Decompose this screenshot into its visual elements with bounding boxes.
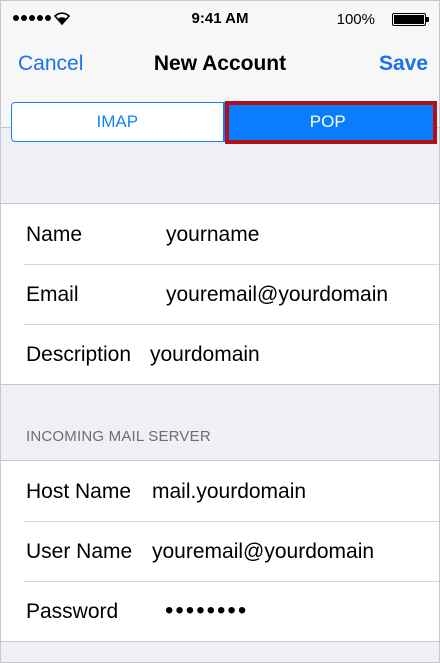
navigation-bar: Cancel New Account Save <box>0 40 440 90</box>
incoming-mail-server-header: INCOMING MAIL SERVER <box>26 428 211 445</box>
name-field[interactable]: yourname <box>166 223 259 247</box>
user-name-field[interactable]: youremail@yourdomain <box>152 540 374 564</box>
description-label: Description <box>26 343 132 366</box>
user-name-label: User Name <box>26 540 133 563</box>
host-name-label: Host Name <box>26 480 132 503</box>
name-row[interactable]: Name yourname <box>0 204 440 264</box>
email-field[interactable]: youremail@yourdomain <box>166 283 388 307</box>
description-row[interactable]: Description yourdomain <box>0 324 440 384</box>
page-title: New Account <box>153 52 287 75</box>
user-name-row[interactable]: User Name youremail@yourdomain <box>0 521 440 581</box>
name-label: Name <box>26 223 83 246</box>
incoming-server-group: Host Name mail.yourdomain User Name your… <box>0 460 440 642</box>
annotation-highlight-box <box>225 101 437 144</box>
host-name-row[interactable]: Host Name mail.yourdomain <box>0 461 440 521</box>
battery-icon <box>392 13 429 26</box>
description-field[interactable]: yourdomain <box>150 343 260 367</box>
account-details-group: Name yourname Email youremail@yourdomain… <box>0 203 440 385</box>
save-button[interactable]: Save <box>379 52 428 76</box>
password-label: Password <box>26 600 119 623</box>
segment-imap[interactable]: IMAP <box>12 103 223 141</box>
host-name-field[interactable]: mail.yourdomain <box>152 480 306 504</box>
email-row[interactable]: Email youremail@yourdomain <box>0 264 440 324</box>
battery-percent: 100% <box>336 11 375 28</box>
email-label: Email <box>26 283 79 306</box>
password-field[interactable]: •••••••• <box>165 597 248 625</box>
password-row[interactable]: Password •••••••• <box>0 581 440 641</box>
status-bar: 9:41 AM 100% <box>0 0 440 40</box>
